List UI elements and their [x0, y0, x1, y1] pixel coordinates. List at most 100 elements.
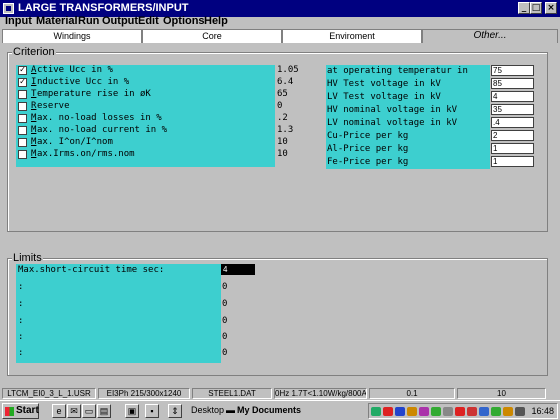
taskbar: Start e ✉ ▭ ▤ ▣ ▪ ⇕ Desktop ▬ My Documen…	[0, 400, 560, 420]
limit-label: :	[18, 332, 24, 342]
limit-label: :	[18, 299, 24, 309]
criterion-checkbox[interactable]	[18, 90, 27, 99]
criterion-value: 0	[277, 101, 283, 111]
tray-icon[interactable]	[419, 407, 429, 416]
limit-value[interactable]: 0	[222, 316, 227, 326]
start-label: Start	[16, 405, 39, 416]
criterion-checkbox[interactable]	[18, 102, 27, 111]
criterion-value: 6.4	[277, 77, 294, 87]
my-documents-label[interactable]: My Documents	[237, 405, 301, 415]
criterion-value: 65	[277, 89, 288, 99]
start-button[interactable]: Start	[2, 403, 39, 419]
status-core-type: EI3Ph 215/300x1240	[98, 388, 190, 399]
criterion-hotkey: M	[31, 149, 37, 159]
param-label: Fe-Price per kg	[327, 157, 409, 167]
menu-material[interactable]: Material	[36, 15, 78, 27]
scroll-icon[interactable]: ⇕	[168, 404, 182, 418]
menu-run[interactable]: Run	[78, 15, 99, 27]
criterion-checkbox[interactable]	[18, 114, 27, 123]
criterion-label: ax.Irms.on/rms.nom	[37, 149, 135, 159]
menu-output[interactable]: Output	[102, 15, 138, 27]
tray-icon[interactable]	[407, 407, 417, 416]
speaker-icon[interactable]	[515, 407, 525, 416]
param-input[interactable]: .4	[491, 117, 534, 128]
tab-other[interactable]: Other...	[422, 29, 558, 43]
clock[interactable]: 16:48	[531, 406, 554, 416]
param-label: LV nominal voltage in kV	[327, 118, 458, 128]
limit-value[interactable]: 0	[222, 282, 227, 292]
tray-icon[interactable]	[371, 407, 381, 416]
criterion-label: Criterion	[12, 46, 56, 58]
criterion-checkbox[interactable]: ✓	[18, 66, 27, 75]
param-label: Al-Price per kg	[327, 144, 409, 154]
param-input[interactable]: 35	[491, 104, 534, 115]
tab-strip: Windings Core Enviroment Other...	[0, 29, 560, 43]
folder-icon[interactable]: ▬	[226, 405, 235, 415]
param-input[interactable]: 1	[491, 156, 534, 167]
maximize-button[interactable]: □	[530, 2, 542, 14]
tray-icon[interactable]	[431, 407, 441, 416]
menu-input[interactable]: Input	[5, 15, 32, 27]
close-button[interactable]: ×	[545, 2, 557, 14]
tray-icon[interactable]	[383, 407, 393, 416]
minimize-button[interactable]: _	[518, 2, 530, 14]
tray-icon[interactable]	[443, 407, 453, 416]
status-steel-params: 0Hz 1.7T<1.10W/kg/800A	[274, 388, 367, 399]
criterion-value: 10	[277, 149, 288, 159]
desktop-icon[interactable]: ▭	[82, 404, 96, 418]
param-input[interactable]: 2	[491, 130, 534, 141]
outlook-icon[interactable]: ✉	[67, 404, 81, 418]
app-window-icon[interactable]: ▣	[125, 404, 139, 418]
tray-icon[interactable]	[503, 407, 513, 416]
tray-icon[interactable]	[479, 407, 489, 416]
system-tray: 16:48	[368, 403, 558, 419]
param-label: Cu-Price per kg	[327, 131, 409, 141]
criterion-label: eserve	[37, 101, 70, 111]
dos-icon[interactable]: ▪	[145, 404, 159, 418]
app-icon[interactable]	[3, 3, 14, 14]
status-usr-file: LTCM_EI0_3_L_1.USR	[2, 388, 96, 399]
limit-value[interactable]: 0	[222, 332, 227, 342]
tab-core[interactable]: Core	[142, 29, 282, 43]
criterion-label: ax. I^on/I^nom	[37, 137, 113, 147]
param-input[interactable]: 75	[491, 65, 534, 76]
criterion-hotkey: A	[31, 65, 37, 75]
limits-panel	[16, 264, 221, 363]
tray-icon[interactable]	[455, 407, 465, 416]
param-label: HV nominal voltage in kV	[327, 105, 458, 115]
menu-help[interactable]: Help	[204, 15, 228, 27]
explorer-icon[interactable]: ▤	[97, 404, 111, 418]
criterion-value: 1.05	[277, 65, 299, 75]
criterion-hotkey: T	[31, 89, 37, 99]
criterion-value: .2	[277, 113, 288, 123]
status-steel-file: STEEL1.DAT	[192, 388, 272, 399]
language-indicator-icon[interactable]	[467, 407, 477, 416]
criterion-checkbox[interactable]	[18, 138, 27, 147]
limit-value[interactable]: 0	[222, 299, 227, 309]
criterion-checkbox[interactable]	[18, 150, 27, 159]
criterion-checkbox[interactable]: ✓	[18, 78, 27, 87]
menu-edit[interactable]: Edit	[138, 15, 159, 27]
tray-icon[interactable]	[491, 407, 501, 416]
window-title: LARGE TRANSFORMERS/INPUT	[18, 2, 189, 14]
limit-label: :	[18, 282, 24, 292]
limit-value[interactable]: 0	[222, 348, 227, 358]
criterion-label: ax. no-load current in %	[37, 125, 168, 135]
status-value-b: 10	[457, 388, 546, 399]
menu-options[interactable]: Options	[163, 15, 205, 27]
param-input[interactable]: 4	[491, 91, 534, 102]
ie-icon[interactable]: e	[52, 404, 66, 418]
criterion-checkbox[interactable]	[18, 126, 27, 135]
tray-icon[interactable]	[395, 407, 405, 416]
tab-windings[interactable]: Windings	[2, 29, 142, 43]
limit-label: Max.short-circuit time sec:	[18, 265, 165, 275]
tab-enviroment[interactable]: Enviroment	[282, 29, 422, 43]
param-input[interactable]: 1	[491, 143, 534, 154]
param-input[interactable]: 85	[491, 78, 534, 89]
limit-label: :	[18, 348, 24, 358]
menu-bar: Input Material Run Output Edit Options H…	[0, 15, 560, 28]
limit-input-selected[interactable]: 4	[221, 264, 255, 275]
desktop-toolbar-label[interactable]: Desktop	[191, 405, 224, 415]
status-value-a: 0.1	[369, 388, 455, 399]
param-label: at operating temperatur in	[327, 66, 468, 76]
